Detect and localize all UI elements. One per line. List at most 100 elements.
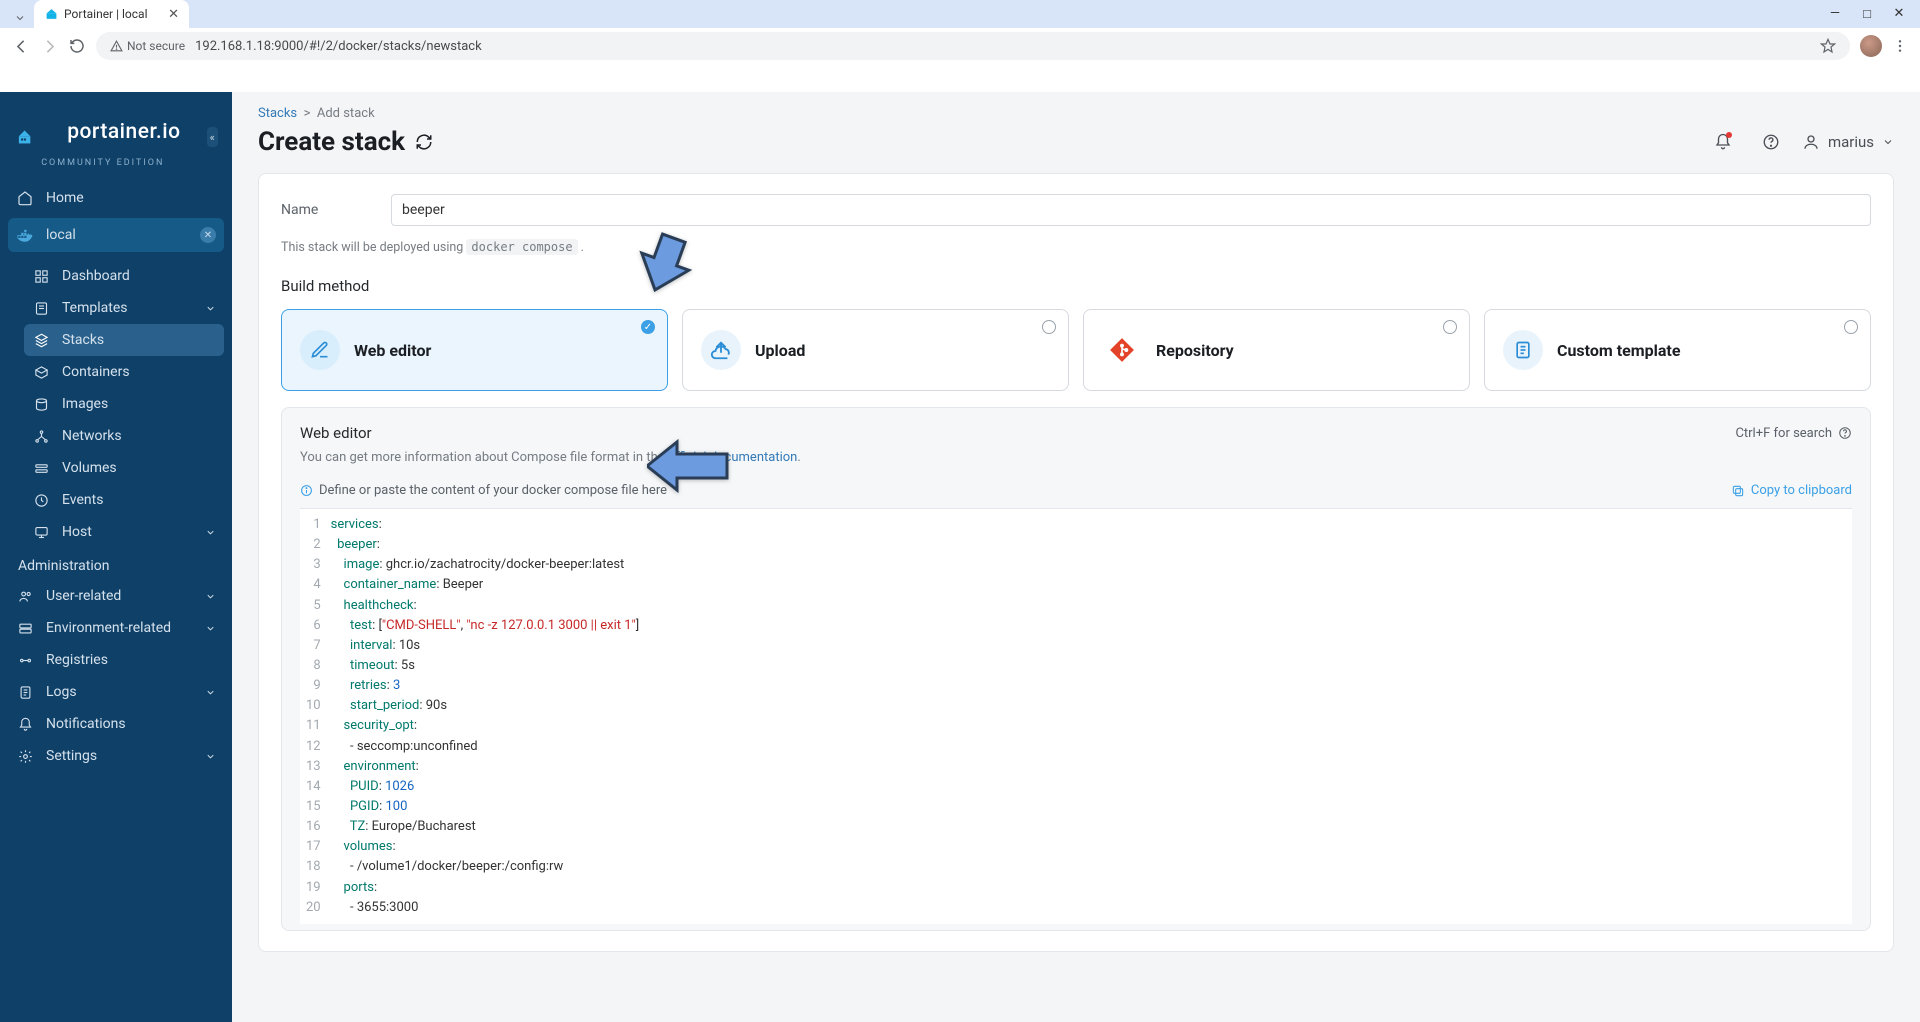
url-bar[interactable]: Not secure 192.168.1.18:9000/#!/2/docker… — [96, 32, 1850, 60]
method-label: Custom template — [1557, 341, 1681, 360]
user-menu[interactable]: marius — [1802, 133, 1894, 151]
url-text: 192.168.1.18:9000/#!/2/docker/stacks/new… — [195, 39, 482, 54]
browser-titlebar: Portainer | local ✕ — □ ✕ — [0, 0, 1920, 28]
tab-search-icon[interactable] — [10, 8, 30, 28]
page-title: Create stack — [258, 127, 433, 157]
sidebar-label: Networks — [62, 428, 122, 444]
breadcrumb-current: Add stack — [317, 106, 375, 121]
close-window-icon[interactable]: ✕ — [1892, 6, 1906, 22]
breadcrumb-root[interactable]: Stacks — [258, 106, 297, 121]
help-button[interactable] — [1754, 125, 1788, 159]
chevron-down-icon — [205, 527, 216, 538]
chevron-down-icon — [205, 303, 216, 314]
method-custom-template[interactable]: Custom template — [1484, 309, 1871, 391]
browser-toolbar: Not secure 192.168.1.18:9000/#!/2/docker… — [0, 28, 1920, 64]
refresh-icon[interactable] — [415, 133, 433, 151]
sidebar-item-volumes[interactable]: Volumes — [16, 452, 232, 484]
page-title-text: Create stack — [258, 127, 405, 157]
maximize-icon[interactable]: □ — [1860, 6, 1874, 22]
sidebar-item-user-related[interactable]: User-related — [0, 580, 232, 612]
code-editor[interactable]: 1 2 3 4 5 6 7 8 9 10 11 12 13 14 15 16 1… — [300, 508, 1852, 924]
brand-name: portainer.io — [41, 106, 206, 158]
deploy-note-code: docker compose — [466, 239, 577, 255]
home-icon — [16, 190, 34, 206]
sidebar-item-home[interactable]: Home — [0, 182, 232, 214]
sidebar-item-templates[interactable]: Templates — [16, 292, 232, 324]
sidebar-item-settings[interactable]: Settings — [0, 740, 232, 772]
method-upload[interactable]: Upload — [682, 309, 1069, 391]
method-repository[interactable]: Repository — [1083, 309, 1470, 391]
copy-label: Copy to clipboard — [1751, 483, 1852, 498]
sidebar-logo[interactable]: portainer.io COMMUNITY EDITION « — [0, 92, 232, 182]
copy-icon — [1731, 484, 1745, 498]
upload-icon — [701, 330, 741, 370]
radio-icon — [1042, 320, 1056, 334]
notifications-button[interactable] — [1706, 125, 1740, 159]
chevron-down-icon — [205, 751, 216, 762]
build-method-options: Web editor Upload Repository — [281, 309, 1871, 391]
browser-tab[interactable]: Portainer | local ✕ — [34, 0, 189, 28]
sidebar-label: Host — [62, 524, 92, 540]
gear-icon — [16, 749, 34, 764]
tab-title: Portainer | local — [64, 7, 148, 21]
placeholder-hint-text: Define or paste the content of your dock… — [319, 483, 667, 498]
env-icon — [16, 621, 34, 636]
chevron-down-icon — [205, 687, 216, 698]
copy-to-clipboard-button[interactable]: Copy to clipboard — [1731, 483, 1852, 498]
forward-button[interactable] — [40, 38, 58, 55]
sidebar: portainer.io COMMUNITY EDITION « Home lo… — [0, 92, 232, 1022]
template-icon — [1503, 330, 1543, 370]
sidebar-item-stacks[interactable]: Stacks — [24, 324, 224, 356]
minimize-icon[interactable]: — — [1828, 6, 1842, 22]
back-button[interactable] — [12, 38, 30, 55]
sidebar-item-registries[interactable]: Registries — [0, 644, 232, 676]
bell-icon — [16, 717, 34, 732]
sidebar-item-logs[interactable]: Logs — [0, 676, 232, 708]
collapse-sidebar-button[interactable]: « — [207, 127, 218, 147]
editor-search-hint: Ctrl+F for search — [1735, 426, 1852, 441]
sidebar-item-images[interactable]: Images — [16, 388, 232, 420]
bookmark-icon[interactable] — [1820, 38, 1836, 54]
sidebar-item-events[interactable]: Events — [16, 484, 232, 516]
code-content[interactable]: services: beeper: image: ghcr.io/zachatr… — [331, 509, 640, 924]
sidebar-label: Templates — [62, 300, 128, 316]
method-label: Web editor — [354, 341, 431, 360]
sidebar-item-host[interactable]: Host — [16, 516, 232, 548]
edit-icon — [300, 330, 340, 370]
form-card: Name This stack will be deployed using d… — [258, 173, 1894, 952]
info-icon — [300, 484, 313, 497]
method-web-editor[interactable]: Web editor — [281, 309, 668, 391]
close-env-icon[interactable]: ✕ — [200, 227, 216, 243]
deploy-note-prefix: This stack will be deployed using — [281, 240, 466, 255]
bookmark-bar — [0, 64, 1920, 92]
sidebar-label: Volumes — [62, 460, 117, 476]
sidebar-item-notifications[interactable]: Notifications — [0, 708, 232, 740]
user-icon — [1802, 133, 1820, 151]
sidebar-label: Notifications — [46, 716, 126, 732]
build-method-heading: Build method — [281, 277, 1871, 295]
sidebar-item-containers[interactable]: Containers — [16, 356, 232, 388]
help-icon[interactable] — [1838, 426, 1852, 440]
reload-button[interactable] — [68, 38, 86, 54]
name-input[interactable] — [391, 194, 1871, 226]
method-label: Upload — [755, 341, 805, 360]
stacks-icon — [32, 333, 50, 348]
name-label: Name — [281, 202, 371, 218]
env-label: local — [46, 227, 76, 243]
browser-menu-icon[interactable] — [1892, 38, 1908, 54]
radio-icon — [1844, 320, 1858, 334]
close-tab-icon[interactable]: ✕ — [168, 7, 179, 22]
security-indicator[interactable]: Not secure — [110, 39, 185, 53]
sidebar-item-env-related[interactable]: Environment-related — [0, 612, 232, 644]
deploy-note-suffix: . — [578, 240, 584, 255]
sidebar-item-dashboard[interactable]: Dashboard — [16, 260, 232, 292]
sidebar-environment[interactable]: local ✕ — [8, 218, 224, 252]
sidebar-label: Environment-related — [46, 620, 171, 636]
profile-avatar[interactable] — [1860, 35, 1882, 57]
sidebar-item-networks[interactable]: Networks — [16, 420, 232, 452]
doc-link[interactable]: official documentation — [668, 450, 797, 465]
editor-search-hint-text: Ctrl+F for search — [1735, 426, 1832, 441]
sidebar-label: Registries — [46, 652, 108, 668]
main-content: Stacks > Add stack Create stack marius — [232, 92, 1920, 1022]
sidebar-label: Events — [62, 492, 103, 508]
